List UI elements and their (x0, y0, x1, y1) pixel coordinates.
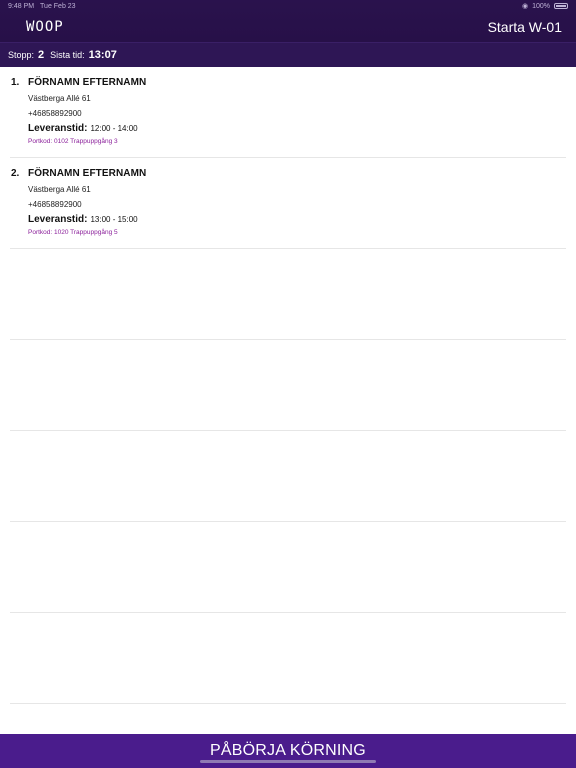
route-info-bar: Stopp: 2 Sista tid: 13:07 (0, 42, 576, 67)
door-code: Portkod: 1020 Trappuppgång 5 (28, 229, 118, 236)
customer-name: FÖRNAMN EFTERNAMN (28, 77, 147, 88)
stop-address: Västberga Allé 61 (28, 185, 91, 194)
battery-percent: 100% (532, 2, 550, 10)
start-route-button[interactable]: Starta W-01 (488, 19, 562, 35)
status-bar: 9:48 PM Tue Feb 23 ◉ 100% (0, 0, 576, 12)
status-date: Tue Feb 23 (40, 2, 76, 10)
delivery-time: 13:00 - 15:00 (90, 215, 138, 224)
delivery-time: 12:00 - 14:00 (90, 124, 138, 133)
delivery-window: Leveranstid: 13:00 - 15:00 (28, 214, 566, 225)
empty-row (10, 340, 566, 431)
customer-name: FÖRNAMN EFTERNAMN (28, 168, 147, 179)
stop-phone: +46858892900 (28, 200, 82, 209)
app-logo: WOOP (26, 19, 64, 35)
stop-address: Västberga Allé 61 (28, 94, 91, 103)
empty-row (10, 431, 566, 522)
status-right: ◉ 100% (522, 2, 568, 10)
status-time: 9:48 PM (8, 2, 35, 10)
stops-count: 2 (38, 49, 45, 61)
delivery-window: Leveranstid: 12:00 - 14:00 (28, 123, 566, 134)
stop-list: 1. FÖRNAMN EFTERNAMN Västberga Allé 61 +… (0, 67, 576, 704)
stop-item: 2. FÖRNAMN EFTERNAMN Västberga Allé 61 +… (10, 158, 566, 236)
wifi-icon: ◉ (521, 3, 529, 10)
last-time-label: Sista tid: (50, 50, 85, 60)
stop-row-1[interactable]: 1. FÖRNAMN EFTERNAMN Västberga Allé 61 +… (10, 67, 566, 158)
nav-header: WOOP Starta W-01 (0, 12, 576, 42)
stop-row-2[interactable]: 2. FÖRNAMN EFTERNAMN Västberga Allé 61 +… (10, 158, 566, 249)
empty-row (10, 249, 566, 340)
top-bar: 9:48 PM Tue Feb 23 ◉ 100% WOOP Starta W-… (0, 0, 576, 67)
status-left: 9:48 PM Tue Feb 23 (8, 3, 76, 10)
app-root: 9:48 PM Tue Feb 23 ◉ 100% WOOP Starta W-… (0, 0, 576, 768)
home-indicator (200, 760, 376, 763)
stop-title: 2. FÖRNAMN EFTERNAMN (11, 168, 566, 179)
last-time-value: 13:07 (88, 49, 117, 61)
stop-phone: +46858892900 (28, 109, 82, 118)
stop-title: 1. FÖRNAMN EFTERNAMN (11, 77, 566, 88)
stops-label: Stopp: (8, 50, 35, 60)
delivery-label: Leveranstid: (28, 214, 88, 225)
stop-number: 2. (11, 168, 20, 179)
empty-row (10, 613, 566, 704)
stop-item: 1. FÖRNAMN EFTERNAMN Västberga Allé 61 +… (10, 67, 566, 145)
battery-icon (554, 3, 568, 9)
delivery-label: Leveranstid: (28, 123, 88, 134)
door-code: Portkod: 0102 Trappuppgång 3 (28, 138, 118, 145)
empty-row (10, 522, 566, 613)
stop-number: 1. (11, 77, 20, 88)
